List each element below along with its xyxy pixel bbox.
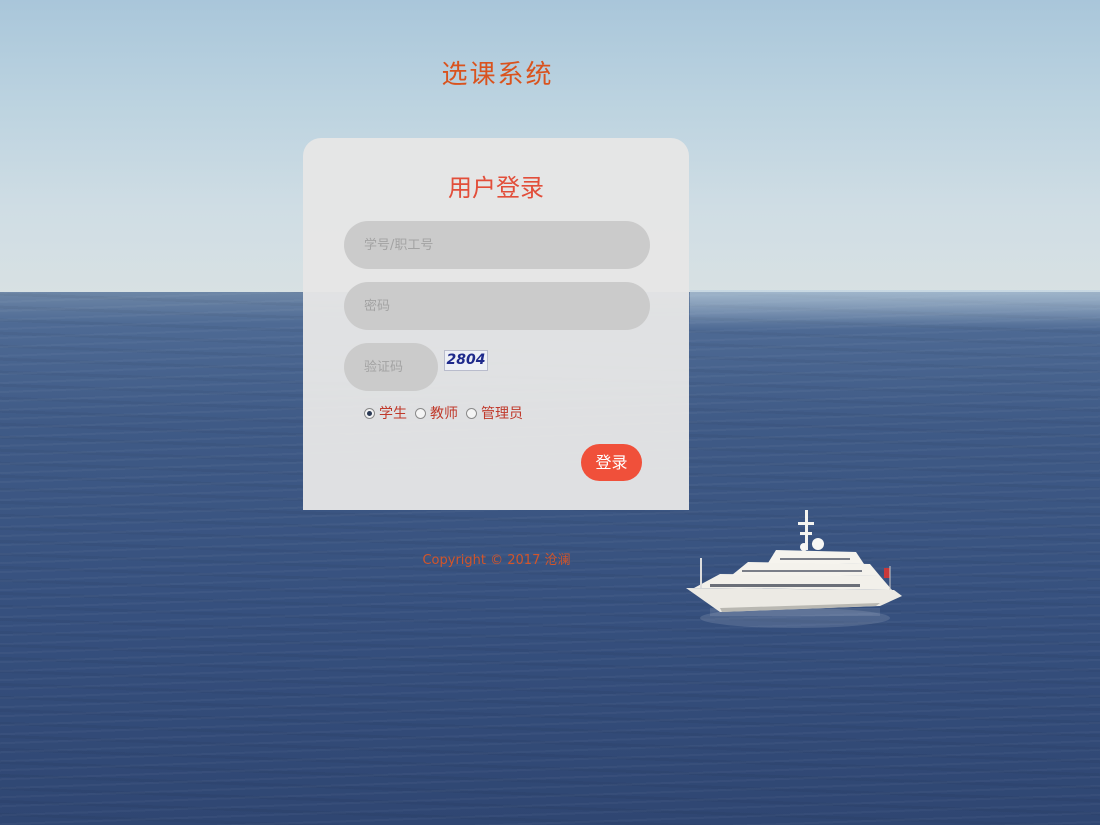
copyright-text: Copyright © 2017 沧澜 xyxy=(422,553,571,568)
login-page: 选课系统 用户登录 2804 学生 教师 管理员 登录 Copyright © … xyxy=(0,0,1100,825)
login-button[interactable]: 登录 xyxy=(581,444,642,481)
site-title: 选课系统 xyxy=(441,60,554,90)
horizon-glow xyxy=(690,290,1100,330)
radio-unchecked-icon[interactable] xyxy=(466,407,477,419)
role-option-teacher[interactable]: 教师 xyxy=(415,403,458,423)
role-selector: 学生 教师 管理员 xyxy=(364,403,531,423)
role-option-admin[interactable]: 管理员 xyxy=(466,403,523,423)
username-input[interactable] xyxy=(344,221,650,269)
captcha-image[interactable]: 2804 xyxy=(444,350,488,371)
role-option-student[interactable]: 学生 xyxy=(364,403,407,423)
login-panel: 用户登录 2804 学生 教师 管理员 登录 xyxy=(303,138,689,510)
role-label: 学生 xyxy=(379,406,407,422)
login-title: 用户登录 xyxy=(448,174,544,202)
password-input[interactable] xyxy=(344,282,650,330)
captcha-input[interactable] xyxy=(344,343,438,391)
radio-checked-icon[interactable] xyxy=(364,407,375,419)
role-label: 教师 xyxy=(430,406,458,422)
role-label: 管理员 xyxy=(481,406,523,422)
radio-unchecked-icon[interactable] xyxy=(415,407,426,419)
